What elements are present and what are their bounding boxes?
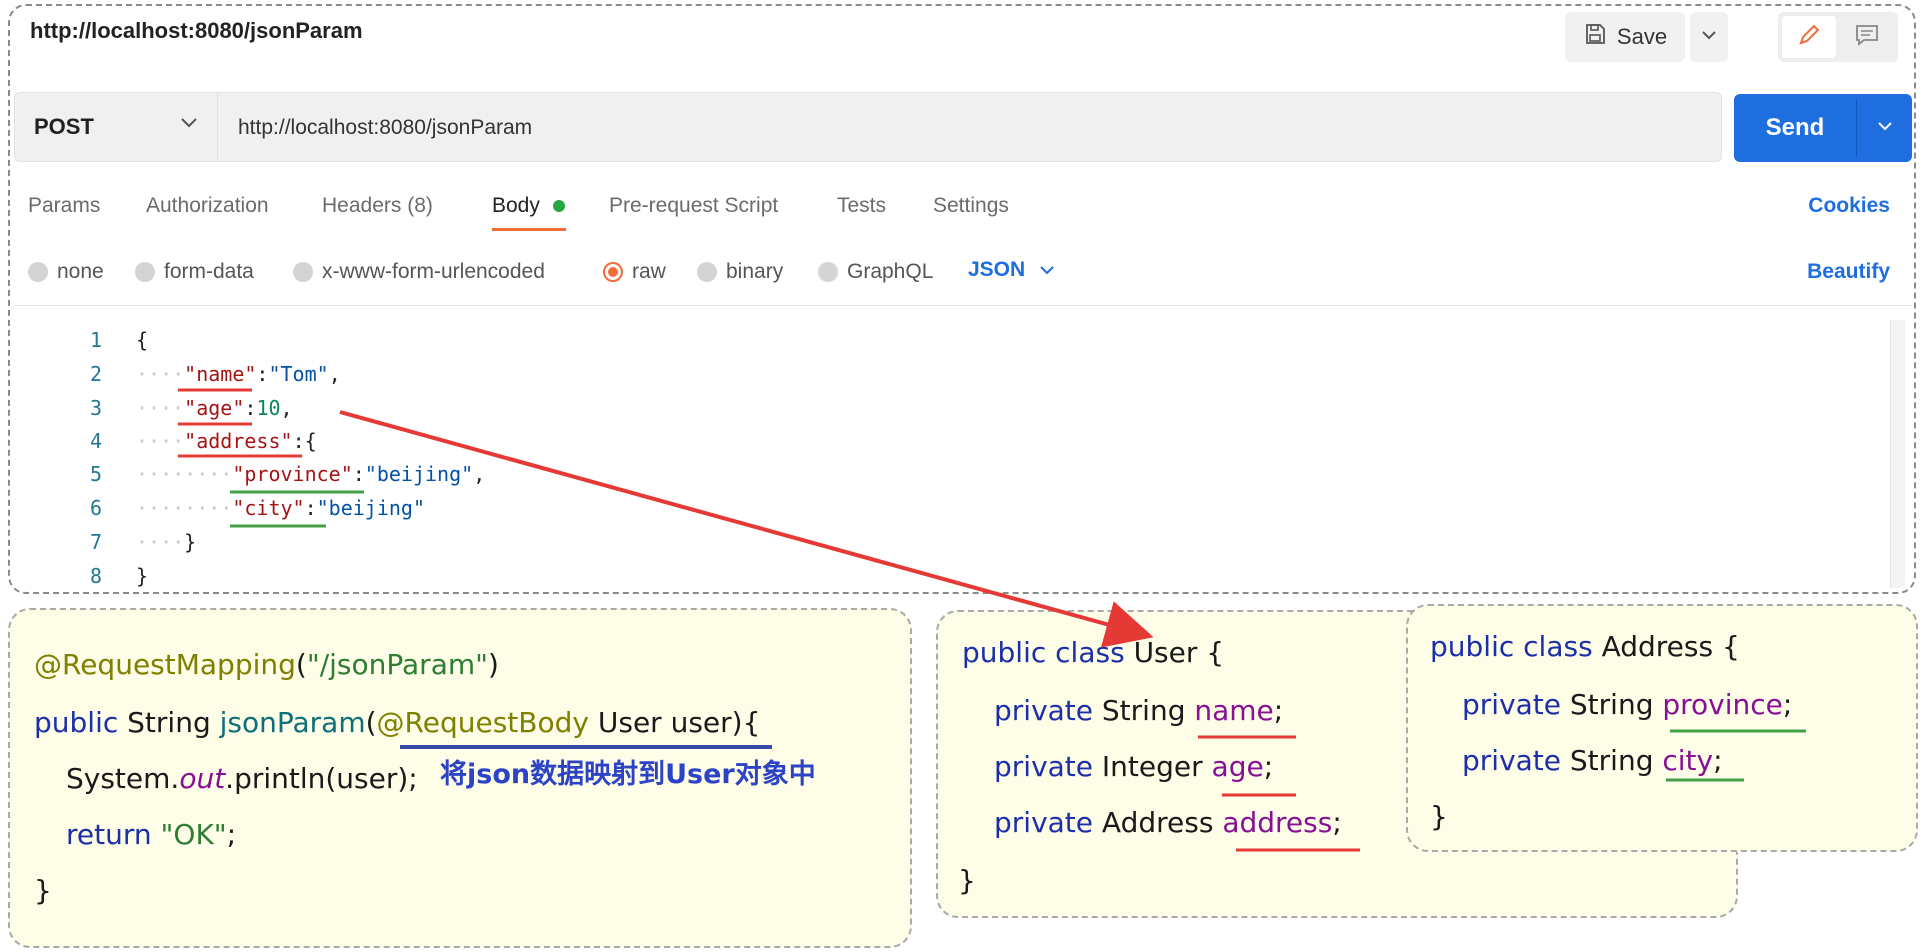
mapping-arrow — [339, 410, 1154, 648]
annotation-overlay — [178, 388, 1806, 852]
